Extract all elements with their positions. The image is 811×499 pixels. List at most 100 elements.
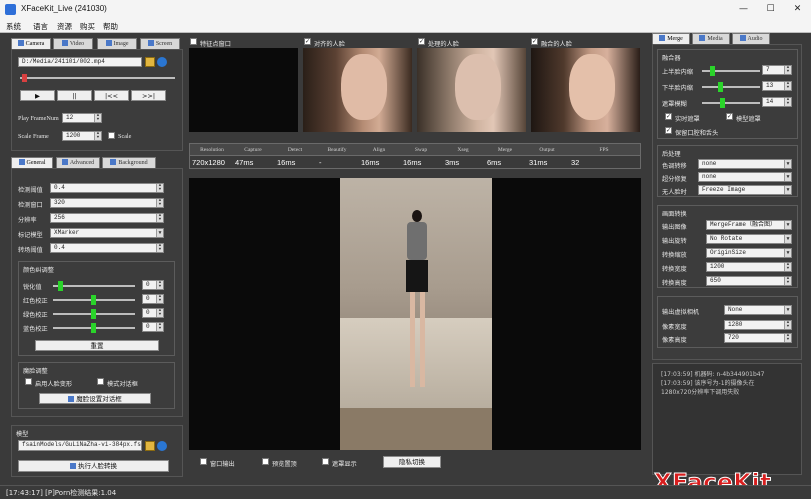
sharpen-value[interactable]: 0 ▲ ▼ [142,280,164,290]
lower-face-spin[interactable]: ▲ ▼ [784,82,791,90]
tab-audio[interactable]: Audio [732,33,770,44]
keep-mouth-checkbox[interactable]: ✓ [665,127,672,134]
green-correct-spin[interactable]: ▲ ▼ [156,309,163,317]
virtual-camera-select[interactable]: None ▼ [724,305,792,315]
mask-blur-slider[interactable] [702,102,760,104]
tab-media[interactable]: Media [692,33,730,44]
blue-correct-slider-handle[interactable] [91,323,96,333]
tab-merge[interactable]: Merge [652,33,690,44]
seek-start-button[interactable]: |<< [94,90,129,101]
sharpen-spin[interactable]: ▲ ▼ [156,281,163,289]
processed-face-checkbox[interactable]: ✓ [418,38,425,45]
tab-advanced[interactable]: Advanced [56,157,100,168]
reset-button[interactable]: 重置 [35,340,159,351]
convert-height-input[interactable]: 650 ▲ ▼ [706,276,792,286]
menu-language[interactable]: 语言 [33,21,48,32]
pixel-height-spin[interactable]: ▲ ▼ [784,334,791,342]
menu-resource[interactable]: 资源 [57,21,72,32]
scale-frame-input[interactable]: 1200 ▲ ▼ [62,131,102,141]
transition-threshold-input[interactable]: 0.4 ▲ ▼ [50,243,164,253]
video-progress-track[interactable] [20,77,175,79]
tab-screen[interactable]: Screen [140,38,180,49]
tab-video[interactable]: Video [53,38,93,49]
mask-blur-value[interactable]: 14 ▲ ▼ [762,97,792,107]
scale-mode-select[interactable]: OriginSize ▼ [706,248,792,258]
play-button[interactable]: ▶ [20,90,55,101]
no-face-select[interactable]: Freeze Image ▼ [698,185,792,195]
output-rotate-select[interactable]: No Rotate ▼ [706,234,792,244]
tab-camera[interactable]: Camera [11,38,51,49]
seek-end-button[interactable]: >>| [131,90,166,101]
dropdown-icon[interactable]: ▼ [784,186,791,194]
red-correct-spin[interactable]: ▲ ▼ [156,295,163,303]
upper-face-value[interactable]: 7 ▲ ▼ [762,65,792,75]
model-folder-icon[interactable] [145,441,155,451]
tab-image[interactable]: Image [97,38,137,49]
video-progress-handle[interactable] [22,74,27,82]
upper-face-slider-handle[interactable] [710,66,715,76]
scale-frame-spin[interactable]: ▲ ▼ [94,132,101,140]
dropdown-icon[interactable]: ▼ [784,249,791,257]
output-image-select[interactable]: MergeFrame（融合图） ▼ [706,220,792,230]
tab-general[interactable]: General [11,157,53,168]
realtime-mask-checkbox[interactable]: ✓ [665,113,672,120]
menu-help[interactable]: 帮助 [103,21,118,32]
marker-model-select[interactable]: XMarker ▼ [50,228,164,238]
tab-background[interactable]: Background [102,157,156,168]
face-morph-checkbox[interactable] [25,378,32,385]
dropdown-icon[interactable]: ▼ [784,306,791,314]
close-icon[interactable]: ✕ [784,0,811,19]
sharpen-slider[interactable] [53,285,135,287]
pixel-width-input[interactable]: 1280 ▲ ▼ [724,320,792,330]
pause-button[interactable]: || [57,90,92,101]
play-frame-spin[interactable]: ▲ ▼ [94,114,101,122]
marker-model-dropdown-icon[interactable]: ▼ [156,229,163,237]
privacy-toggle-button[interactable]: 隐私切换 [383,456,441,468]
dropdown-icon[interactable]: ▼ [784,235,791,243]
landmark-window-checkbox[interactable] [190,38,197,45]
menu-system[interactable]: 系统 [6,21,21,32]
aligned-face-checkbox[interactable]: ✓ [304,38,311,45]
scale-checkbox[interactable] [108,132,115,139]
run-face-swap-button[interactable]: 执行人脸转换 [18,460,169,472]
modal-dialog-checkbox[interactable] [97,378,104,385]
detect-threshold-input[interactable]: 0.4 ▲ ▼ [50,183,164,193]
resolution-spin[interactable]: ▲ ▼ [156,214,163,222]
mask-display-checkbox[interactable] [322,458,329,465]
resolution-input[interactable]: 256 ▲ ▼ [50,213,164,223]
merged-face-checkbox[interactable]: ✓ [531,38,538,45]
red-correct-slider-handle[interactable] [91,295,96,305]
eye-icon[interactable] [157,57,167,67]
pixel-width-spin[interactable]: ▲ ▼ [784,321,791,329]
minimize-icon[interactable]: — [730,0,757,19]
dropdown-icon[interactable]: ▼ [784,221,791,229]
menu-purchase[interactable]: 购买 [80,21,95,32]
lower-face-slider[interactable] [702,86,760,88]
model-mask-checkbox[interactable]: ✓ [726,113,733,120]
blue-correct-spin[interactable]: ▲ ▼ [156,323,163,331]
play-frame-input[interactable]: 12 ▲ ▼ [62,113,102,123]
convert-width-input[interactable]: 1200 ▲ ▼ [706,262,792,272]
video-path-field[interactable]: D:/Media/241101/002.mp4 [18,57,142,67]
pixel-height-input[interactable]: 720 ▲ ▼ [724,333,792,343]
log-panel[interactable]: [17:03:59] 机器码: n-4b344901b47 [17:03:59]… [652,363,802,475]
detect-window-input[interactable]: 320 ▲ ▼ [50,198,164,208]
maximize-icon[interactable]: ☐ [757,0,784,19]
blue-correct-value[interactable]: 0 ▲ ▼ [142,322,164,332]
lower-face-slider-handle[interactable] [718,82,723,92]
detect-threshold-spin[interactable]: ▲ ▼ [156,184,163,192]
color-transfer-select[interactable]: none ▼ [698,159,792,169]
open-folder-icon[interactable] [145,57,155,67]
convert-height-spin[interactable]: ▲ ▼ [784,277,791,285]
preview-on-top-checkbox[interactable] [262,458,269,465]
green-correct-value[interactable]: 0 ▲ ▼ [142,308,164,318]
red-correct-value[interactable]: 0 ▲ ▼ [142,294,164,304]
dropdown-icon[interactable]: ▼ [784,173,791,181]
dropdown-icon[interactable]: ▼ [784,160,791,168]
mask-blur-slider-handle[interactable] [720,98,725,108]
window-output-checkbox[interactable] [200,458,207,465]
super-res-select[interactable]: none ▼ [698,172,792,182]
transition-threshold-spin[interactable]: ▲ ▼ [156,244,163,252]
model-path-field[interactable]: fsainModels/GuLiNaZha-vi-384px.fsm [18,440,142,451]
mask-blur-spin[interactable]: ▲ ▼ [784,98,791,106]
